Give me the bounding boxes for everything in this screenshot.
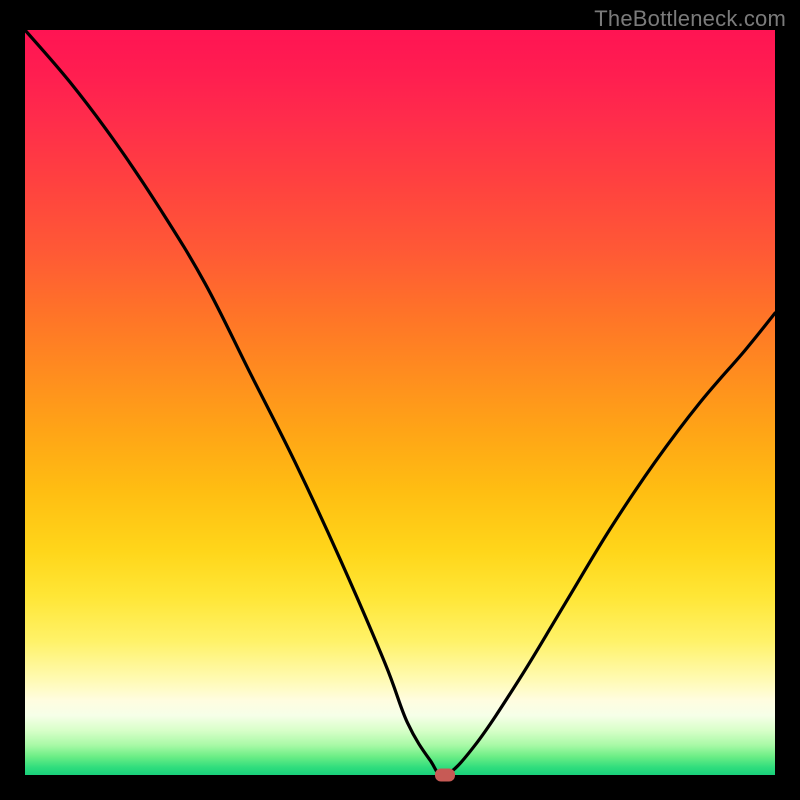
chart-frame: TheBottleneck.com	[0, 0, 800, 800]
plot-area	[25, 30, 775, 775]
watermark-text: TheBottleneck.com	[594, 6, 786, 32]
bottleneck-curve	[25, 30, 775, 775]
optimum-marker	[435, 769, 455, 782]
